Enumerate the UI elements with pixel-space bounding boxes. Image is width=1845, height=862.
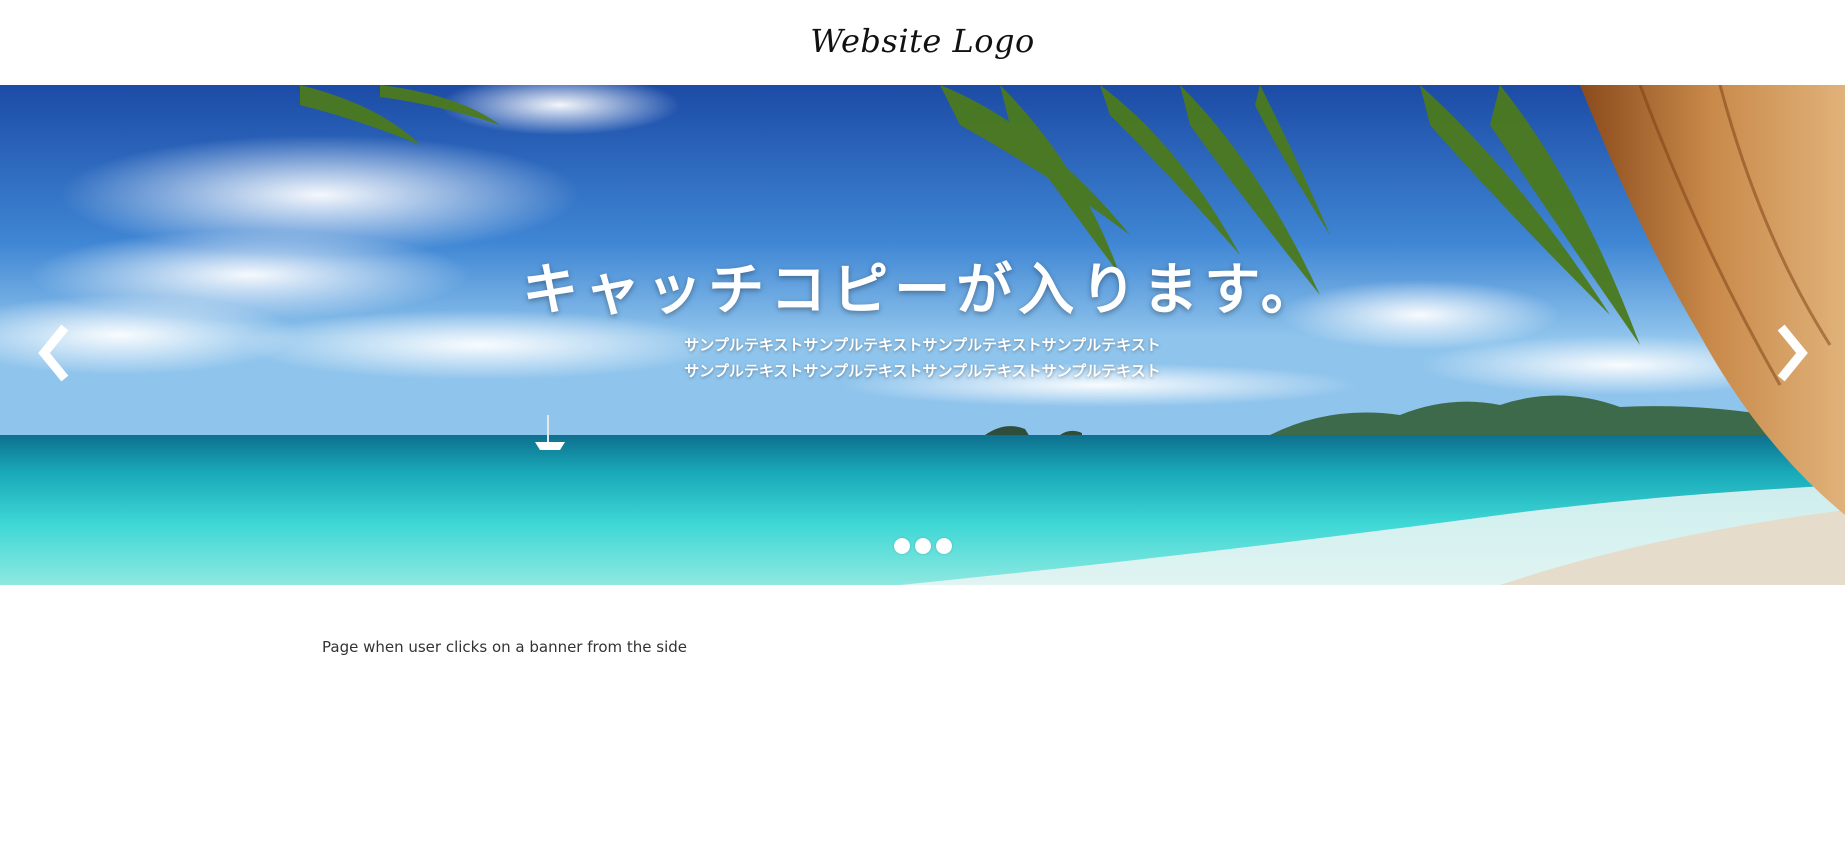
- slide-dot-2[interactable]: [914, 538, 931, 554]
- hero-subtext-line-1: サンプルテキストサンプルテキストサンプルテキストサンプルテキスト: [684, 336, 1161, 354]
- hero-subtext-line-2: サンプルテキストサンプルテキストサンプルテキストサンプルテキスト: [684, 362, 1161, 380]
- slider-pagination: [0, 538, 1845, 554]
- hero-subtext: サンプルテキストサンプルテキストサンプルテキストサンプルテキスト サンプルテキス…: [0, 332, 1845, 384]
- chevron-left-icon: [38, 324, 69, 382]
- hero-slider: キャッチコピーが入ります。 サンプルテキストサンプルテキストサンプルテキストサン…: [0, 85, 1845, 585]
- page-description: Page when user clicks on a banner from t…: [322, 638, 688, 656]
- slide-dot-3[interactable]: [935, 538, 952, 554]
- hero-headline: キャッチコピーが入ります。: [522, 258, 1323, 323]
- chevron-right-icon: [1777, 324, 1808, 382]
- website-logo[interactable]: Website Logo: [810, 22, 1035, 60]
- slider-prev-button[interactable]: [30, 323, 74, 383]
- slide-dot-1[interactable]: [893, 538, 910, 554]
- site-header: Website Logo: [0, 0, 1845, 85]
- slider-next-button[interactable]: [1772, 323, 1816, 383]
